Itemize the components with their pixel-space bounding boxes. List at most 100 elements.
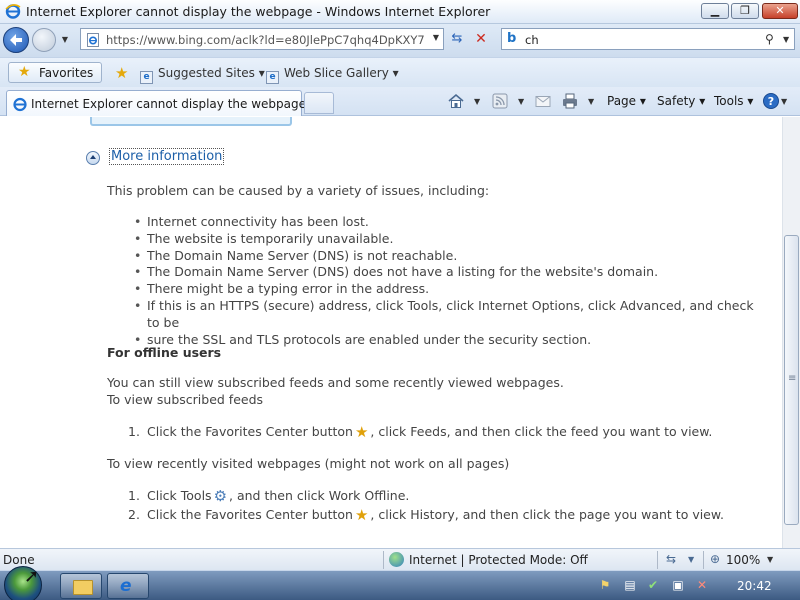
list-item-continuation: sure the SSL and TLS protocols are enabl… xyxy=(134,332,754,349)
print-icon[interactable] xyxy=(561,92,579,110)
new-tab-button[interactable] xyxy=(304,92,334,114)
list-item: If this is an HTTPS (secure) address, cl… xyxy=(134,298,754,332)
minimize-button[interactable]: ▁ xyxy=(701,3,729,19)
feeds-icon[interactable] xyxy=(491,92,509,110)
minimize-icon: ▁ xyxy=(710,4,720,17)
step-text: Click Tools xyxy=(147,488,212,503)
collapse-arrow-icon[interactable] xyxy=(86,151,100,165)
offline-heading: For offline users xyxy=(107,345,222,360)
search-input[interactable] xyxy=(525,32,755,47)
feeds-dropdown-icon[interactable]: ▼ xyxy=(518,97,524,106)
feeds-steps: 1. Click the Favorites Center button ★, cl… xyxy=(128,422,712,441)
add-to-favorites-icon[interactable]: ★ xyxy=(115,64,128,82)
favorites-bar: ★ Favorites ★ e Suggested Sites ▾ e Web Sl… xyxy=(0,57,800,87)
tab-bar: Internet Explorer cannot display the web… xyxy=(0,87,800,116)
safety-menu-label: Safety xyxy=(657,94,696,108)
shield-check-icon[interactable]: ✔ xyxy=(645,577,661,593)
document-icon[interactable]: ▤ xyxy=(622,577,638,593)
step-text: , click History, and then click the page… xyxy=(370,507,724,522)
ie-logo-icon xyxy=(5,4,21,19)
tools-menu-label: Tools xyxy=(714,94,744,108)
history-dropdown-icon[interactable]: ▼ xyxy=(59,34,71,46)
refresh-icon: ⇆ xyxy=(451,31,463,46)
status-text: Done xyxy=(3,553,35,567)
refresh-button[interactable]: ⇆ xyxy=(447,30,467,48)
search-box[interactable]: b ⚲ ▼ xyxy=(501,28,795,50)
list-item: The website is temporarily unavailable. xyxy=(134,231,754,248)
tab-label: Internet Explorer cannot display the web… xyxy=(31,97,306,111)
maximize-icon: ❐ xyxy=(740,4,750,17)
tab-active[interactable]: Internet Explorer cannot display the web… xyxy=(6,90,306,116)
popup-blocker-icon[interactable]: ⇆ xyxy=(666,552,676,566)
stop-button[interactable]: ✕ xyxy=(471,30,491,48)
recent-pages-text: To view recently visited webpages (might… xyxy=(107,456,510,471)
favorites-item-label: Suggested Sites ▾ xyxy=(158,66,265,80)
favorites-item-web-slice-gallery[interactable]: e Web Slice Gallery ▾ xyxy=(266,66,399,84)
status-divider xyxy=(703,551,704,569)
step-text: Click the Favorites Center button xyxy=(147,507,353,522)
zoom-dropdown-icon[interactable]: ▼ xyxy=(767,555,773,564)
internet-zone-icon xyxy=(389,552,404,567)
step-text: , click Feeds, and then click the feed y… xyxy=(370,424,713,439)
page-menu[interactable]: Page ▾ xyxy=(607,94,646,108)
security-zone-text[interactable]: Internet | Protected Mode: Off xyxy=(409,553,588,567)
explorer-taskbar-button[interactable] xyxy=(60,573,102,599)
network-icon[interactable]: ▣ xyxy=(670,577,686,593)
navigation-bar: ▼ https://www.bing.com/aclk?ld=e80JlePpC… xyxy=(0,24,800,57)
page-content: More information This problem can be cau… xyxy=(0,117,782,548)
tools-menu[interactable]: Tools ▾ xyxy=(714,94,753,108)
back-arrow-icon xyxy=(10,34,22,46)
favorites-star-icon: ★ xyxy=(18,64,31,80)
step-text: Click the Favorites Center button xyxy=(147,424,353,439)
tools-gear-icon: ⚙ xyxy=(213,487,228,505)
svg-text:?: ? xyxy=(768,95,774,108)
address-dropdown-icon[interactable]: ▼ xyxy=(433,33,439,42)
step-number: 1. xyxy=(128,488,140,503)
list-item: The Domain Name Server (DNS) does not ha… xyxy=(134,264,754,281)
list-item: Internet connectivity has been lost. xyxy=(134,214,754,231)
stop-icon: ✕ xyxy=(475,31,487,47)
favorites-star-icon: ★ xyxy=(354,423,369,441)
search-icon[interactable]: ⚲ xyxy=(765,32,774,46)
popup-dropdown-icon[interactable]: ▼ xyxy=(688,555,694,564)
forward-button[interactable] xyxy=(32,28,56,52)
vertical-scrollbar[interactable] xyxy=(782,117,800,548)
more-information-link[interactable]: More information xyxy=(109,148,225,165)
status-divider xyxy=(657,551,658,569)
offline-text: You can still view subscribed feeds and … xyxy=(107,375,564,390)
help-dropdown-icon[interactable]: ▼ xyxy=(781,97,787,106)
safety-menu[interactable]: Safety ▾ xyxy=(657,94,705,108)
status-bar: Done Internet | Protected Mode: Off ⇆ ▼ … xyxy=(0,548,800,570)
help-icon[interactable]: ? xyxy=(762,92,780,110)
print-dropdown-icon[interactable]: ▼ xyxy=(588,97,594,106)
mail-icon[interactable] xyxy=(534,92,552,110)
home-dropdown-icon[interactable]: ▼ xyxy=(474,97,480,106)
diagnose-button-partial[interactable] xyxy=(90,117,292,126)
favorites-item-label: Web Slice Gallery ▾ xyxy=(284,66,399,80)
zoom-icon[interactable]: ⊕ xyxy=(710,552,720,566)
address-bar[interactable]: https://www.bing.com/aclk?ld=e80JlePpC7q… xyxy=(80,28,444,50)
list-item: There might be a typing error in the add… xyxy=(134,281,754,298)
recent-steps: 1. Click Tools ⚙, and then click Work Offl… xyxy=(128,486,724,524)
address-url[interactable]: https://www.bing.com/aclk?ld=e80JlePpC7q… xyxy=(106,33,424,47)
search-dropdown-icon[interactable]: ▼ xyxy=(783,35,789,44)
step-number: 2. xyxy=(128,507,140,522)
back-button[interactable] xyxy=(3,27,29,53)
scrollbar-thumb[interactable] xyxy=(784,235,799,525)
favorites-button[interactable]: ★ Favorites xyxy=(8,62,103,83)
ie-taskbar-button[interactable]: e xyxy=(107,573,149,599)
mouse-cursor-icon: ➚ xyxy=(24,566,40,587)
list-item: 2. Click the Favorites Center button ★, cl… xyxy=(128,505,724,524)
volume-muted-icon[interactable]: ✕ xyxy=(694,577,710,593)
subscribed-feeds-text: To view subscribed feeds xyxy=(107,392,264,407)
status-divider xyxy=(383,551,384,569)
home-icon[interactable] xyxy=(447,92,465,110)
flag-icon[interactable]: ⚑ xyxy=(597,577,613,593)
maximize-button[interactable]: ❐ xyxy=(731,3,759,19)
favorites-item-suggested-sites[interactable]: e Suggested Sites ▾ xyxy=(140,66,265,84)
close-button[interactable]: ✕ xyxy=(762,3,798,19)
zoom-level[interactable]: 100% xyxy=(726,553,760,567)
page-menu-label: Page xyxy=(607,94,637,108)
page-icon: e xyxy=(266,71,279,84)
clock[interactable]: 20:42 xyxy=(737,579,772,593)
